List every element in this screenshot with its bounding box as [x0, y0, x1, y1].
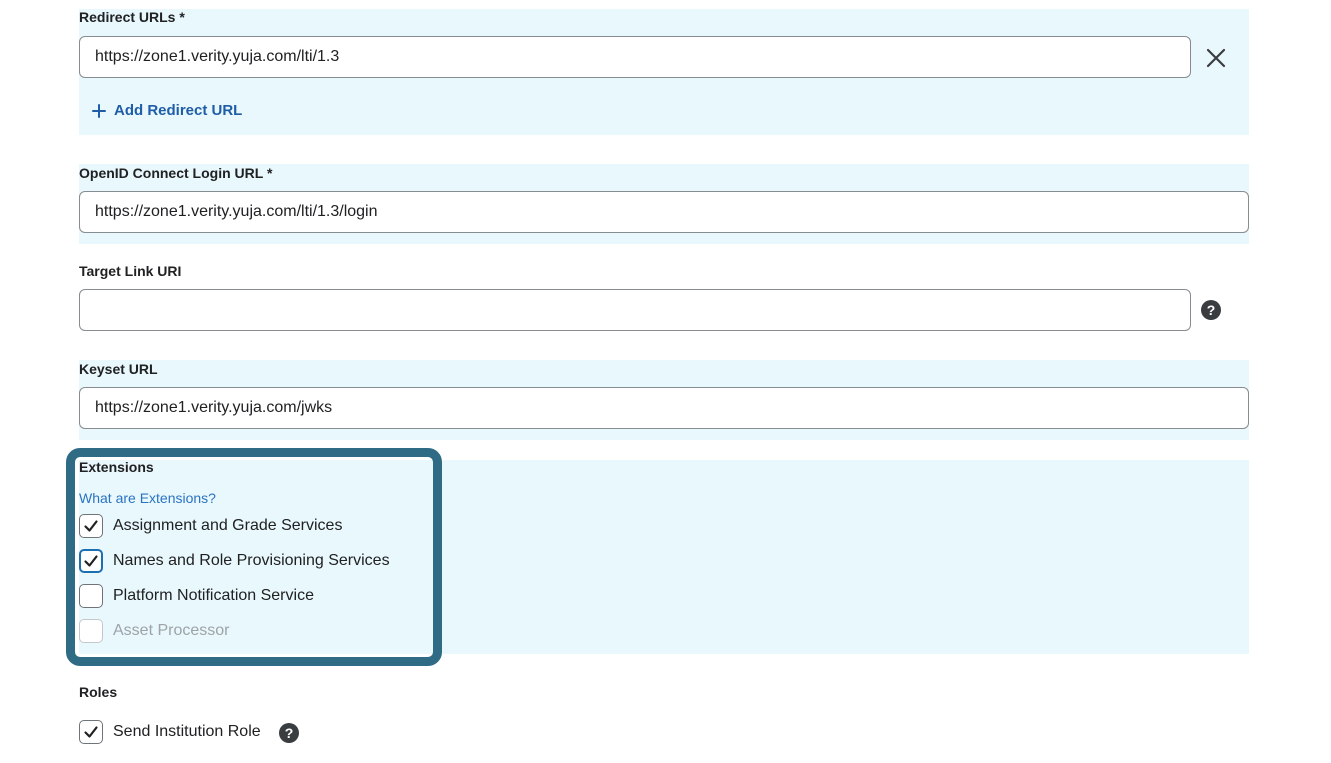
extension-platform-notification[interactable]: Platform Notification Service	[79, 584, 314, 608]
close-icon	[1206, 48, 1226, 68]
checkbox[interactable]	[79, 514, 103, 538]
checkmark-icon	[84, 520, 98, 532]
keyset-url-input[interactable]	[79, 387, 1249, 429]
redirect-url-input[interactable]	[79, 36, 1191, 78]
extension-assignment-grade[interactable]: Assignment and Grade Services	[79, 514, 342, 538]
send-institution-role[interactable]: Send Institution Role	[79, 720, 261, 744]
openid-login-url-label: OpenID Connect Login URL *	[79, 165, 273, 181]
checkbox	[79, 619, 103, 643]
lti-tool-settings: Redirect URLs * Add Redirect URL OpenID …	[0, 0, 1331, 763]
checkbox[interactable]	[79, 720, 103, 744]
target-link-uri-input[interactable]	[79, 289, 1191, 331]
checkmark-icon	[84, 726, 98, 738]
extension-label: Asset Processor	[113, 622, 230, 639]
checkmark-icon	[84, 555, 98, 567]
keyset-url-label: Keyset URL	[79, 361, 158, 377]
roles-label: Roles	[79, 684, 118, 700]
send-institution-role-label: Send Institution Role	[113, 723, 261, 740]
checkbox[interactable]	[79, 549, 103, 573]
checkbox[interactable]	[79, 584, 103, 608]
help-icon[interactable]: ?	[1201, 300, 1221, 320]
add-redirect-url-label: Add Redirect URL	[114, 102, 243, 119]
extension-asset-processor: Asset Processor	[79, 619, 229, 643]
extension-label: Platform Notification Service	[113, 587, 314, 604]
target-link-uri-label: Target Link URI	[79, 263, 182, 279]
extension-names-role[interactable]: Names and Role Provisioning Services	[79, 549, 390, 573]
plus-icon	[92, 103, 106, 118]
remove-redirect-url-button[interactable]	[1198, 40, 1234, 76]
what-are-extensions-link[interactable]: What are Extensions?	[79, 490, 216, 506]
extensions-label: Extensions	[79, 459, 154, 475]
openid-login-url-input[interactable]	[79, 191, 1249, 233]
add-redirect-url-button[interactable]: Add Redirect URL	[92, 102, 242, 119]
redirect-urls-label: Redirect URLs *	[79, 9, 185, 25]
extension-label: Assignment and Grade Services	[113, 517, 343, 534]
extension-label: Names and Role Provisioning Services	[113, 552, 390, 569]
help-icon[interactable]: ?	[279, 723, 299, 743]
